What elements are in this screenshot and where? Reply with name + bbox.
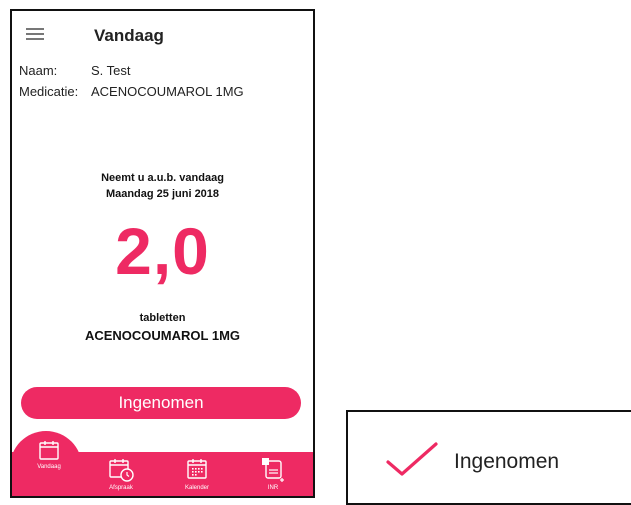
dose-unit: tabletten [139, 312, 186, 324]
calendar-grid-icon [187, 459, 207, 479]
app-header: Vandaag [12, 11, 313, 57]
checkmark-icon [386, 442, 438, 476]
nav-item-afspraak[interactable]: Afspraak [100, 458, 142, 491]
phone-screen: Vandaag Naam: S. Test Medicatie: ACENOCOUM… [10, 9, 315, 498]
taken-button[interactable]: Ingenomen [21, 387, 301, 419]
nav-item-kalender[interactable]: Kalender [176, 458, 218, 491]
medication-row: Medicatie: ACENOCOUMAROL 1MG [19, 84, 244, 99]
nav-label: Kalender [184, 485, 210, 491]
nav-label: Vandaag [37, 464, 61, 470]
nav-item-vandaag[interactable]: Vandaag [29, 439, 69, 470]
patient-name-row: Naam: S. Test [19, 63, 131, 78]
instruction-line-1: Neemt u a.u.b. vandaag [101, 172, 224, 184]
name-label: Naam: [19, 63, 58, 78]
taken-detail-panel: Ingenomen [346, 410, 631, 505]
name-value: S. Test [91, 63, 131, 78]
taken-status-label: Ingenomen [454, 450, 560, 473]
nav-label: INR [267, 485, 279, 491]
note-add-icon [262, 458, 284, 482]
calendar-clock-icon [109, 459, 134, 482]
dose-amount: 2,0 [115, 214, 210, 288]
hamburger-menu-icon[interactable] [26, 28, 44, 40]
medication-value: ACENOCOUMAROL 1MG [91, 84, 244, 99]
medication-label: Medicatie: [19, 84, 79, 99]
dose-drug: ACENOCOUMAROL 1MG [84, 328, 241, 343]
nav-item-inr[interactable]: INR [252, 456, 294, 491]
nav-label: Afspraak [109, 485, 133, 491]
instruction-date: Maandag 25 juni 2018 [105, 188, 220, 200]
page-title: Vandaag [94, 26, 164, 45]
calendar-icon [39, 441, 59, 460]
